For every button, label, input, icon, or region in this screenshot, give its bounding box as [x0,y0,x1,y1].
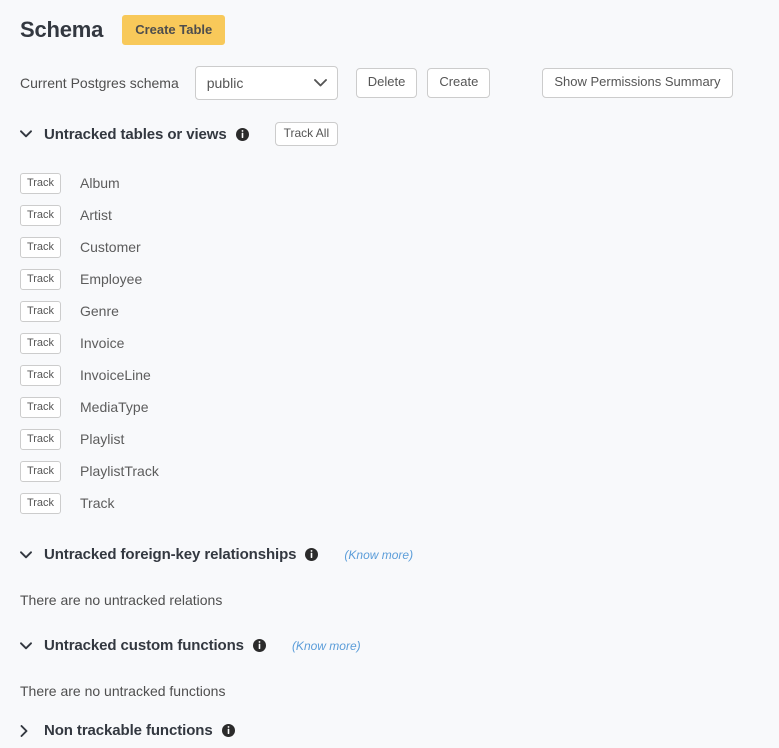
track-button[interactable]: Track [20,396,61,418]
know-more-link[interactable]: (Know more) [292,639,361,653]
info-icon[interactable] [252,639,266,653]
track-button[interactable]: Track [20,300,61,322]
table-row: Track Customer [20,231,779,263]
untracked-tables-list: Track Album Track Artist Track Customer … [20,167,779,519]
table-row: Track Invoice [20,327,779,359]
table-name: Artist [80,207,112,224]
chevron-down-icon[interactable] [20,130,32,138]
table-name: Album [80,175,120,192]
create-schema-button[interactable]: Create [427,68,491,98]
untracked-custom-functions-section-header[interactable]: Untracked custom functions (Know more) [20,637,779,654]
page-header: Schema Create Table [20,0,779,46]
page-title: Schema [20,17,104,42]
untracked-foreign-keys-section-header[interactable]: Untracked foreign-key relationships (Kno… [20,546,779,563]
table-row: Track InvoiceLine [20,359,779,391]
track-button[interactable]: Track [20,332,61,354]
info-icon[interactable] [235,127,249,141]
table-name: Customer [80,239,141,256]
track-button[interactable]: Track [20,268,61,290]
track-button[interactable]: Track [20,492,61,514]
table-row: Track Playlist [20,423,779,455]
table-name: Genre [80,303,119,320]
untracked-custom-functions-title: Untracked custom functions [44,637,244,655]
create-table-button[interactable]: Create Table [122,15,226,45]
table-row: Track Artist [20,199,779,231]
table-name: Playlist [80,431,125,448]
untracked-tables-section-header[interactable]: Untracked tables or views Track All [20,122,779,147]
table-row: Track Track [20,487,779,519]
chevron-down-icon[interactable] [20,551,32,559]
chevron-right-icon[interactable] [20,724,32,737]
info-icon[interactable] [305,548,319,562]
show-permissions-summary-button[interactable]: Show Permissions Summary [542,68,733,98]
table-row: Track Album [20,167,779,199]
table-row: Track Employee [20,263,779,295]
non-trackable-functions-section-header[interactable]: Non trackable functions [20,722,779,739]
delete-schema-button[interactable]: Delete [355,68,418,98]
table-row: Track Genre [20,295,779,327]
untracked-tables-title: Untracked tables or views [44,125,227,143]
table-row: Track MediaType [20,391,779,423]
table-name: Invoice [80,335,125,352]
table-name: MediaType [80,399,149,416]
track-button[interactable]: Track [20,236,61,258]
untracked-foreign-keys-title: Untracked foreign-key relationships [44,546,297,564]
track-all-button[interactable]: Track All [274,122,339,147]
schema-select[interactable]: public [194,66,338,100]
non-trackable-functions-title: Non trackable functions [44,722,213,740]
schema-select-wrapper: public [179,66,338,100]
info-icon[interactable] [221,724,235,738]
table-name: PlaylistTrack [80,463,159,480]
untracked-custom-functions-empty-message: There are no untracked functions [20,683,226,700]
know-more-link[interactable]: (Know more) [344,548,413,562]
chevron-down-icon[interactable] [20,642,32,650]
track-button[interactable]: Track [20,428,61,450]
track-button[interactable]: Track [20,172,61,194]
table-row: Track PlaylistTrack [20,455,779,487]
table-name: Track [80,495,115,512]
table-name: InvoiceLine [80,367,151,384]
track-button[interactable]: Track [20,204,61,226]
untracked-foreign-keys-empty-message: There are no untracked relations [20,592,223,609]
table-name: Employee [80,271,143,288]
track-button[interactable]: Track [20,364,61,386]
schema-selector-row: Current Postgres schema public Delete Cr… [20,66,779,100]
track-button[interactable]: Track [20,460,61,482]
schema-page: Schema Create Table Current Postgres sch… [0,0,779,739]
schema-selector-label: Current Postgres schema [20,75,179,91]
